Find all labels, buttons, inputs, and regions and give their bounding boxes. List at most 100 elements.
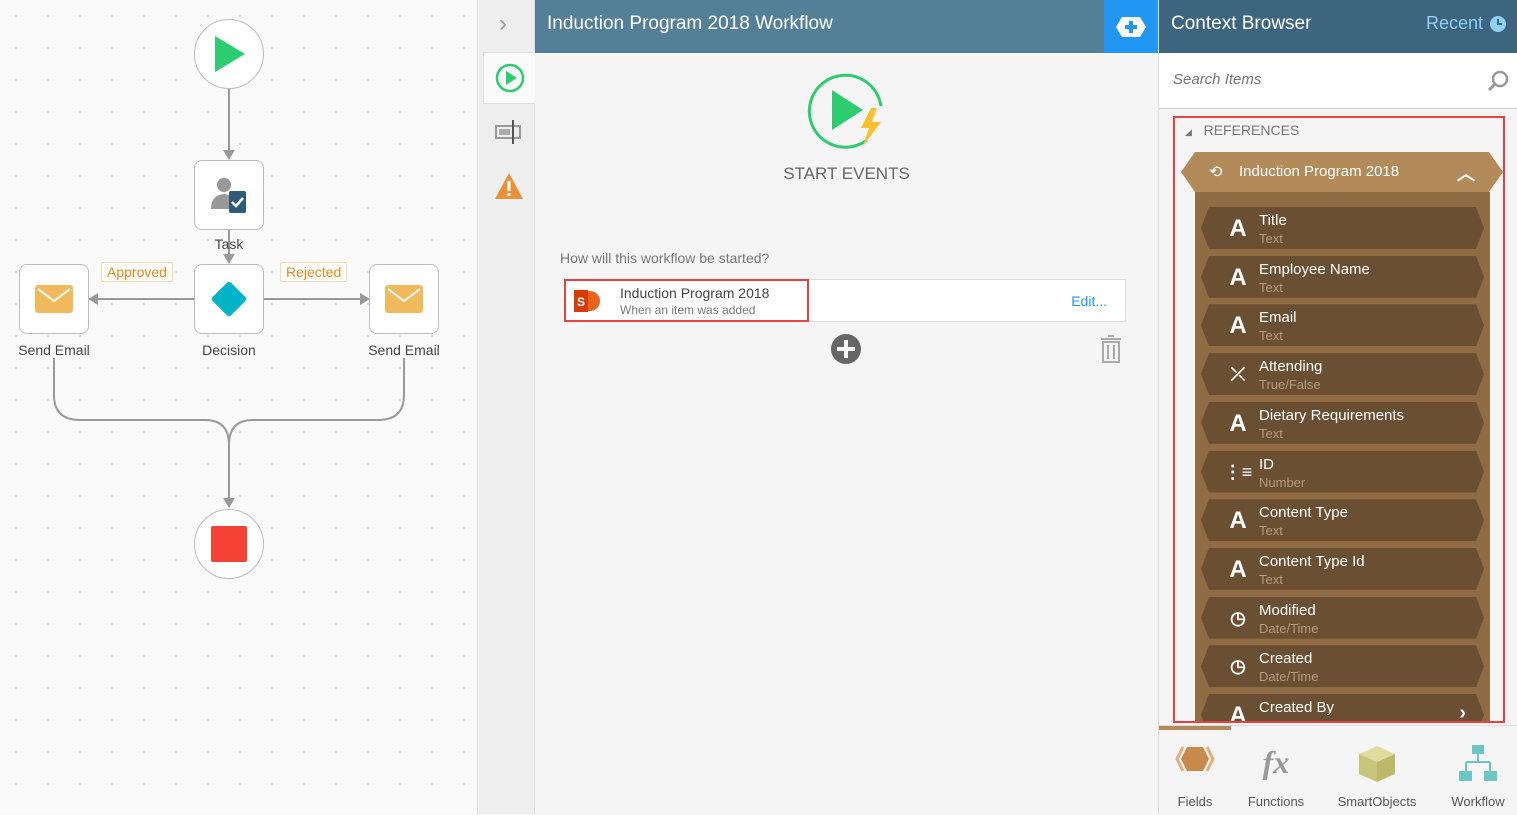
field-name: Created By <box>1259 699 1335 716</box>
recent-label: Recent <box>1425 13 1483 33</box>
field-item[interactable]: ◷ Modified Date/Time <box>1201 597 1484 639</box>
field-type: Text <box>1259 279 1283 295</box>
send-email-node-right[interactable] <box>369 264 439 334</box>
search-input[interactable] <box>1173 71 1473 88</box>
text-icon: A <box>1229 409 1247 437</box>
references-label: REFERENCES <box>1203 122 1300 138</box>
tab-workflow[interactable]: Workflow <box>1433 726 1517 815</box>
tab-start-events[interactable] <box>483 52 535 104</box>
context-header: Context Browser Recent <box>1159 0 1517 53</box>
tab-label: Fields <box>1177 794 1213 809</box>
collapse-chevron-icon[interactable]: › <box>499 10 507 38</box>
tab-functions[interactable]: fx Functions <box>1231 726 1321 815</box>
field-item[interactable]: A Email Text <box>1201 304 1484 346</box>
workflow-hierarchy-icon <box>1459 745 1497 781</box>
warning-icon <box>495 173 523 199</box>
decision-node[interactable] <box>194 264 264 334</box>
field-name: Content Type <box>1259 504 1348 522</box>
text-icon: A <box>1229 555 1247 583</box>
context-browser: Context Browser Recent ◢ REFERENCES ⟲ In… <box>1158 0 1517 814</box>
text-field-icon <box>495 120 521 144</box>
references-toggle[interactable]: ◢ REFERENCES <box>1185 122 1299 138</box>
datetime-icon: ◷ <box>1230 656 1246 677</box>
start-event-row[interactable]: S Induction Program 2018 When an item wa… <box>564 279 1126 322</box>
field-name: Created <box>1259 650 1313 668</box>
field-type: Text <box>1259 231 1283 246</box>
boolean-icon: ⤫ <box>1230 364 1246 385</box>
end-node[interactable] <box>194 509 264 579</box>
field-name: Dietary Requirements <box>1259 406 1405 424</box>
number-icon: ⋮≡ <box>1223 461 1253 482</box>
recent-button[interactable]: Recent <box>1426 13 1507 34</box>
field-item[interactable]: ◷ Created Date/Time <box>1201 645 1484 687</box>
bottom-tabs: Fields fx Functions SmartObjects Workflow <box>1159 725 1517 814</box>
main-panel: Induction Program 2018 Workflow START EV… <box>535 0 1158 814</box>
add-event-icon[interactable] <box>830 333 862 365</box>
cube-icon <box>1359 746 1395 782</box>
play-circle-icon <box>495 63 524 93</box>
workflow-title: Induction Program 2018 Workflow <box>547 13 833 34</box>
field-name: Email <box>1259 309 1297 327</box>
tab-label: Workflow <box>1451 794 1505 809</box>
search-icon[interactable] <box>1487 70 1509 92</box>
send-email-node-left[interactable] <box>19 264 89 334</box>
stop-icon <box>211 526 247 562</box>
field-type: Date/Time <box>1259 620 1319 636</box>
context-title: Context Browser <box>1171 13 1312 34</box>
field-type: Text <box>1259 425 1283 441</box>
tab-warnings[interactable] <box>483 160 535 212</box>
play-icon <box>215 36 245 72</box>
field-item[interactable]: A Employee Name Text <box>1201 256 1484 298</box>
start-question: How will this workflow be started? <box>560 250 770 266</box>
start-events-heading: START EVENTS <box>783 164 910 183</box>
chevron-up-icon[interactable]: ︿ <box>1457 160 1475 186</box>
rejected-label[interactable]: Rejected <box>280 262 348 282</box>
user-task-icon <box>211 178 246 213</box>
approved-label[interactable]: Approved <box>101 262 173 282</box>
task-label: Task <box>214 236 244 252</box>
add-button[interactable] <box>1104 0 1158 53</box>
field-type: Text <box>1259 523 1283 539</box>
chevron-right-icon[interactable]: › <box>1459 702 1466 723</box>
references-section: ◢ REFERENCES ⟲ Induction Program 2018 ︿ … <box>1173 116 1505 723</box>
text-icon: A <box>1229 702 1247 723</box>
sharepoint-icon: S <box>574 290 600 312</box>
workflow-canvas[interactable]: Task Decision Send Email Send Email Appr… <box>0 0 478 814</box>
side-strip: › <box>479 0 535 814</box>
diamond-icon <box>210 280 248 318</box>
start-node[interactable] <box>194 19 264 89</box>
workflow-header: Induction Program 2018 Workflow <box>535 0 1158 53</box>
tab-fields[interactable]: Fields <box>1150 726 1240 815</box>
decision-label: Decision <box>202 342 256 358</box>
field-name: ID <box>1259 455 1274 473</box>
event-description: When an item was added <box>620 303 756 317</box>
field-item[interactable]: A Content Type Text <box>1201 499 1484 541</box>
field-name: Title <box>1259 212 1287 229</box>
field-item[interactable]: A Created By › <box>1201 694 1484 723</box>
connectors <box>53 88 405 508</box>
event-name: Induction Program 2018 <box>620 285 770 301</box>
fields-icon <box>1175 746 1215 772</box>
field-item[interactable]: A Title Text <box>1201 207 1484 249</box>
svg-text:S: S <box>577 295 585 309</box>
field-item[interactable]: ⤫ Attending True/False <box>1201 353 1484 395</box>
field-type: Text <box>1259 328 1283 344</box>
field-type: Text <box>1259 571 1283 587</box>
field-name: Employee Name <box>1259 260 1370 278</box>
plus-hex-icon <box>1116 16 1146 37</box>
datetime-icon: ◷ <box>1230 607 1246 628</box>
edit-link[interactable]: Edit... <box>1071 293 1107 309</box>
field-type: Date/Time <box>1259 669 1319 685</box>
field-name: Modified <box>1259 601 1316 619</box>
trash-icon[interactable] <box>1100 334 1122 364</box>
tab-smartobjects[interactable]: SmartObjects <box>1332 726 1422 815</box>
group-header[interactable]: ⟲ Induction Program 2018 ︿ <box>1181 152 1503 192</box>
tab-properties[interactable] <box>483 106 535 158</box>
field-item[interactable]: A Dietary Requirements Text <box>1201 402 1484 444</box>
field-item[interactable]: A Content Type Id Text <box>1201 548 1484 590</box>
task-node[interactable] <box>194 160 264 230</box>
field-item[interactable]: ⋮≡ ID Number <box>1201 451 1484 493</box>
text-icon: A <box>1229 215 1247 242</box>
field-name: Content Type Id <box>1259 552 1365 570</box>
collapse-triangle-icon: ◢ <box>1185 127 1192 137</box>
